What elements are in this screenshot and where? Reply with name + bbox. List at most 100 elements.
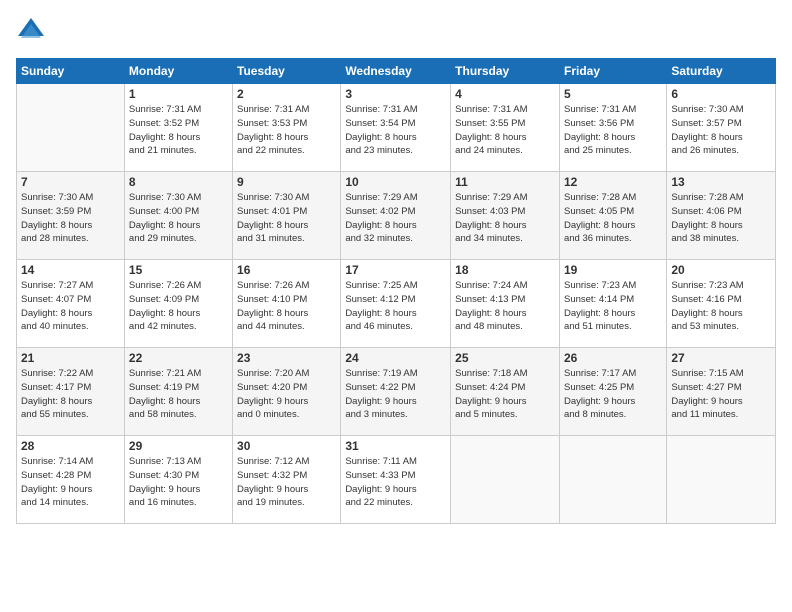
day-info: Sunrise: 7:23 AM Sunset: 4:16 PM Dayligh… (671, 279, 771, 334)
day-number: 3 (345, 87, 446, 101)
day-number: 19 (564, 263, 662, 277)
day-info: Sunrise: 7:24 AM Sunset: 4:13 PM Dayligh… (455, 279, 555, 334)
day-info: Sunrise: 7:30 AM Sunset: 4:00 PM Dayligh… (129, 191, 228, 246)
day-number: 30 (237, 439, 336, 453)
day-number: 23 (237, 351, 336, 365)
day-number: 5 (564, 87, 662, 101)
day-info: Sunrise: 7:30 AM Sunset: 3:57 PM Dayligh… (671, 103, 771, 158)
day-cell: 19 Sunrise: 7:23 AM Sunset: 4:14 PM Dayli… (559, 260, 666, 348)
header-row: SundayMondayTuesdayWednesdayThursdayFrid… (17, 59, 776, 84)
day-cell: 15 Sunrise: 7:26 AM Sunset: 4:09 PM Dayli… (124, 260, 232, 348)
day-info: Sunrise: 7:31 AM Sunset: 3:52 PM Dayligh… (129, 103, 228, 158)
day-cell: 4Sunrise: 7:31 AM Sunset: 3:55 PM Daylig… (451, 84, 560, 172)
header-cell-friday: Friday (559, 59, 666, 84)
day-number: 16 (237, 263, 336, 277)
day-cell: 10 Sunrise: 7:29 AM Sunset: 4:02 PM Dayli… (341, 172, 451, 260)
day-info: Sunrise: 7:29 AM Sunset: 4:02 PM Dayligh… (345, 191, 446, 246)
day-number: 11 (455, 175, 555, 189)
day-number: 7 (21, 175, 120, 189)
day-number: 10 (345, 175, 446, 189)
day-info: Sunrise: 7:23 AM Sunset: 4:14 PM Dayligh… (564, 279, 662, 334)
day-cell: 8Sunrise: 7:30 AM Sunset: 4:00 PM Daylig… (124, 172, 232, 260)
day-cell: 31 Sunrise: 7:11 AM Sunset: 4:33 PM Dayli… (341, 436, 451, 524)
day-info: Sunrise: 7:28 AM Sunset: 4:06 PM Dayligh… (671, 191, 771, 246)
day-info: Sunrise: 7:31 AM Sunset: 3:53 PM Dayligh… (237, 103, 336, 158)
header-cell-tuesday: Tuesday (233, 59, 341, 84)
day-number: 24 (345, 351, 446, 365)
day-number: 1 (129, 87, 228, 101)
day-number: 9 (237, 175, 336, 189)
week-row-3: 21 Sunrise: 7:22 AM Sunset: 4:17 PM Dayli… (17, 348, 776, 436)
day-info: Sunrise: 7:22 AM Sunset: 4:17 PM Dayligh… (21, 367, 120, 422)
logo (16, 16, 50, 46)
day-info: Sunrise: 7:20 AM Sunset: 4:20 PM Dayligh… (237, 367, 336, 422)
day-cell: 30 Sunrise: 7:12 AM Sunset: 4:32 PM Dayli… (233, 436, 341, 524)
day-cell (451, 436, 560, 524)
day-number: 22 (129, 351, 228, 365)
day-cell: 20 Sunrise: 7:23 AM Sunset: 4:16 PM Dayli… (667, 260, 776, 348)
day-cell: 21 Sunrise: 7:22 AM Sunset: 4:17 PM Dayli… (17, 348, 125, 436)
week-row-4: 28Sunrise: 7:14 AM Sunset: 4:28 PM Dayli… (17, 436, 776, 524)
day-number: 2 (237, 87, 336, 101)
day-info: Sunrise: 7:31 AM Sunset: 3:54 PM Dayligh… (345, 103, 446, 158)
day-cell (17, 84, 125, 172)
day-number: 17 (345, 263, 446, 277)
header-cell-saturday: Saturday (667, 59, 776, 84)
calendar-header: SundayMondayTuesdayWednesdayThursdayFrid… (17, 59, 776, 84)
day-cell: 25 Sunrise: 7:18 AM Sunset: 4:24 PM Dayli… (451, 348, 560, 436)
week-row-2: 14Sunrise: 7:27 AM Sunset: 4:07 PM Dayli… (17, 260, 776, 348)
day-number: 13 (671, 175, 771, 189)
calendar-body: 1 Sunrise: 7:31 AM Sunset: 3:52 PM Daylig… (17, 84, 776, 524)
day-cell: 12Sunrise: 7:28 AM Sunset: 4:05 PM Dayli… (559, 172, 666, 260)
day-number: 21 (21, 351, 120, 365)
day-info: Sunrise: 7:28 AM Sunset: 4:05 PM Dayligh… (564, 191, 662, 246)
day-info: Sunrise: 7:26 AM Sunset: 4:09 PM Dayligh… (129, 279, 228, 334)
day-cell (667, 436, 776, 524)
header-cell-sunday: Sunday (17, 59, 125, 84)
day-cell: 26 Sunrise: 7:17 AM Sunset: 4:25 PM Dayli… (559, 348, 666, 436)
day-number: 31 (345, 439, 446, 453)
day-cell: 5Sunrise: 7:31 AM Sunset: 3:56 PM Daylig… (559, 84, 666, 172)
day-info: Sunrise: 7:29 AM Sunset: 4:03 PM Dayligh… (455, 191, 555, 246)
day-cell: 3 Sunrise: 7:31 AM Sunset: 3:54 PM Daylig… (341, 84, 451, 172)
day-cell: 1 Sunrise: 7:31 AM Sunset: 3:52 PM Daylig… (124, 84, 232, 172)
day-info: Sunrise: 7:11 AM Sunset: 4:33 PM Dayligh… (345, 455, 446, 510)
day-number: 25 (455, 351, 555, 365)
header-cell-thursday: Thursday (451, 59, 560, 84)
day-info: Sunrise: 7:17 AM Sunset: 4:25 PM Dayligh… (564, 367, 662, 422)
day-info: Sunrise: 7:15 AM Sunset: 4:27 PM Dayligh… (671, 367, 771, 422)
header (16, 16, 776, 46)
day-number: 20 (671, 263, 771, 277)
day-number: 15 (129, 263, 228, 277)
day-info: Sunrise: 7:18 AM Sunset: 4:24 PM Dayligh… (455, 367, 555, 422)
header-cell-wednesday: Wednesday (341, 59, 451, 84)
day-info: Sunrise: 7:30 AM Sunset: 4:01 PM Dayligh… (237, 191, 336, 246)
day-cell: 7 Sunrise: 7:30 AM Sunset: 3:59 PM Daylig… (17, 172, 125, 260)
day-cell: 9 Sunrise: 7:30 AM Sunset: 4:01 PM Daylig… (233, 172, 341, 260)
day-cell: 6 Sunrise: 7:30 AM Sunset: 3:57 PM Daylig… (667, 84, 776, 172)
day-info: Sunrise: 7:13 AM Sunset: 4:30 PM Dayligh… (129, 455, 228, 510)
day-cell: 22 Sunrise: 7:21 AM Sunset: 4:19 PM Dayli… (124, 348, 232, 436)
day-info: Sunrise: 7:12 AM Sunset: 4:32 PM Dayligh… (237, 455, 336, 510)
day-cell: 28Sunrise: 7:14 AM Sunset: 4:28 PM Dayli… (17, 436, 125, 524)
day-cell: 2 Sunrise: 7:31 AM Sunset: 3:53 PM Daylig… (233, 84, 341, 172)
logo-icon (16, 16, 46, 46)
day-cell: 11 Sunrise: 7:29 AM Sunset: 4:03 PM Dayli… (451, 172, 560, 260)
day-number: 28 (21, 439, 120, 453)
day-number: 6 (671, 87, 771, 101)
day-info: Sunrise: 7:21 AM Sunset: 4:19 PM Dayligh… (129, 367, 228, 422)
day-cell: 23 Sunrise: 7:20 AM Sunset: 4:20 PM Dayli… (233, 348, 341, 436)
day-cell: 16Sunrise: 7:26 AM Sunset: 4:10 PM Dayli… (233, 260, 341, 348)
day-number: 27 (671, 351, 771, 365)
day-number: 26 (564, 351, 662, 365)
day-info: Sunrise: 7:30 AM Sunset: 3:59 PM Dayligh… (21, 191, 120, 246)
day-cell: 17 Sunrise: 7:25 AM Sunset: 4:12 PM Dayli… (341, 260, 451, 348)
day-cell: 27 Sunrise: 7:15 AM Sunset: 4:27 PM Dayli… (667, 348, 776, 436)
header-cell-monday: Monday (124, 59, 232, 84)
day-cell: 13 Sunrise: 7:28 AM Sunset: 4:06 PM Dayli… (667, 172, 776, 260)
day-info: Sunrise: 7:25 AM Sunset: 4:12 PM Dayligh… (345, 279, 446, 334)
day-info: Sunrise: 7:31 AM Sunset: 3:55 PM Dayligh… (455, 103, 555, 158)
day-info: Sunrise: 7:27 AM Sunset: 4:07 PM Dayligh… (21, 279, 120, 334)
day-cell: 14Sunrise: 7:27 AM Sunset: 4:07 PM Dayli… (17, 260, 125, 348)
page: SundayMondayTuesdayWednesdayThursdayFrid… (0, 0, 792, 612)
